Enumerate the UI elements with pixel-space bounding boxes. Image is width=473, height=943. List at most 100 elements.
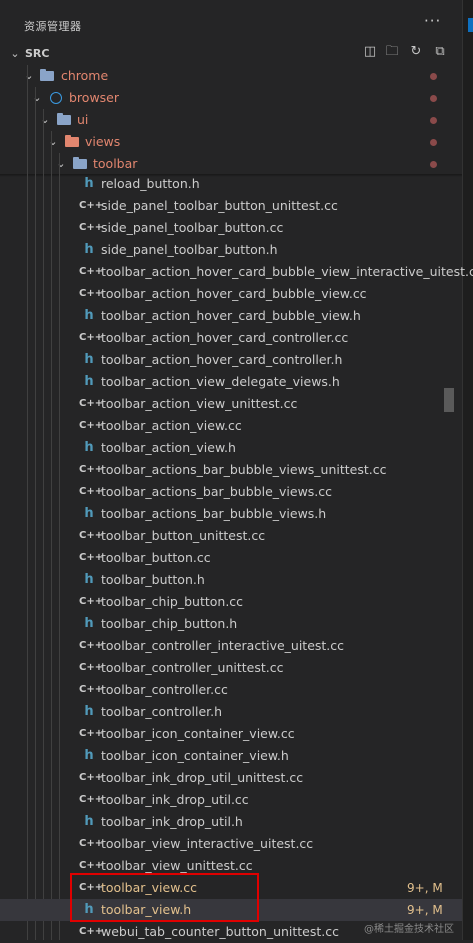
chevron-down-icon: ⌄	[10, 47, 20, 60]
file-row[interactable]: C++ toolbar_action_hover_card_bubble_view…	[0, 283, 462, 305]
header-file-icon: h	[84, 176, 94, 191]
file-name: toolbar_icon_container_view.cc	[101, 726, 295, 741]
file-row[interactable]: h toolbar_action_hover_card_controller.h	[0, 349, 462, 371]
file-row[interactable]: h toolbar_chip_button.h	[0, 613, 462, 635]
explorer-title: 资源管理器	[24, 20, 82, 33]
file-name: toolbar_icon_container_view.h	[101, 748, 289, 763]
cpp-file-icon: C++	[79, 398, 104, 409]
file-row[interactable]: h toolbar_controller.h	[0, 701, 462, 723]
chevron-down-icon: ⌄	[48, 135, 58, 148]
chevron-down-icon: ⌄	[24, 69, 34, 82]
file-name: toolbar_controller_unittest.cc	[101, 660, 284, 675]
file-row[interactable]: h toolbar_icon_container_view.h	[0, 745, 462, 767]
file-name: reload_button.h	[101, 176, 200, 191]
cpp-file-icon: C++	[79, 332, 104, 343]
file-row[interactable]: C++ toolbar_action_view_unittest.cc	[0, 393, 462, 415]
file-row[interactable]: C++ toolbar_action_hover_card_controller.…	[0, 327, 462, 349]
file-row[interactable]: C++ toolbar_icon_container_view.cc	[0, 723, 462, 745]
chevron-down-icon: ⌄	[56, 157, 66, 170]
modified-dot	[430, 117, 437, 124]
modified-dot	[430, 139, 437, 146]
folder-label: ui	[77, 112, 89, 127]
file-row[interactable]: C++ toolbar_actions_bar_bubble_views.cc	[0, 481, 462, 503]
editor-tab-marker	[468, 18, 473, 32]
file-name: toolbar_action_hover_card_bubble_view_in…	[101, 264, 473, 279]
file-row[interactable]: C++ toolbar_action_view.cc	[0, 415, 462, 437]
file-row[interactable]: C++ toolbar_button_unittest.cc	[0, 525, 462, 547]
folder-row-ui[interactable]: ⌄ ui	[0, 109, 462, 131]
file-row[interactable]: C++ toolbar_button.cc	[0, 547, 462, 569]
cpp-file-icon: C++	[79, 640, 104, 651]
folder-icon	[40, 69, 54, 81]
cpp-file-icon: C++	[79, 420, 104, 431]
file-name: toolbar_actions_bar_bubble_views_unittes…	[101, 462, 387, 477]
file-row[interactable]: C++ side_panel_toolbar_button_unittest.cc	[0, 195, 462, 217]
file-row[interactable]: h toolbar_action_hover_card_bubble_view.h	[0, 305, 462, 327]
cpp-file-icon: C++	[79, 838, 104, 849]
file-name: toolbar_action_view.h	[101, 440, 236, 455]
file-row[interactable]: C++ toolbar_controller_unittest.cc	[0, 657, 462, 679]
folder-row-views[interactable]: ⌄ views	[0, 131, 462, 153]
header-file-icon: h	[84, 440, 94, 455]
folder-icon	[57, 113, 71, 125]
folder-label: toolbar	[93, 156, 138, 171]
highlight-annotation	[70, 873, 259, 922]
file-row[interactable]: C++ toolbar_ink_drop_util_unittest.cc	[0, 767, 462, 789]
file-name: toolbar_action_hover_card_controller.cc	[101, 330, 349, 345]
cpp-file-icon: C++	[79, 222, 104, 233]
file-row[interactable]: h toolbar_button.h	[0, 569, 462, 591]
file-row[interactable]: C++ toolbar_ink_drop_util.cc	[0, 789, 462, 811]
file-name: toolbar_actions_bar_bubble_views.h	[101, 506, 327, 521]
more-actions-icon[interactable]: ···	[424, 12, 441, 30]
file-row[interactable]: C++ toolbar_view_interactive_uitest.cc	[0, 833, 462, 855]
header-file-icon: h	[84, 572, 94, 587]
file-name: side_panel_toolbar_button_unittest.cc	[101, 198, 338, 213]
file-name: side_panel_toolbar_button.cc	[101, 220, 284, 235]
cpp-file-icon: C++	[79, 684, 104, 695]
file-row[interactable]: h toolbar_actions_bar_bubble_views.h	[0, 503, 462, 525]
refresh-icon[interactable]: ↻	[408, 44, 424, 60]
folder-icon	[73, 157, 87, 169]
collapse-all-icon[interactable]: ⧉	[432, 44, 448, 60]
folder-row-toolbar[interactable]: ⌄ toolbar	[0, 153, 462, 175]
cpp-file-icon: C++	[79, 794, 104, 805]
file-row[interactable]: C++ toolbar_actions_bar_bubble_views_unit…	[0, 459, 462, 481]
cpp-file-icon: C++	[79, 662, 104, 673]
file-row[interactable]: h toolbar_action_view_delegate_views.h	[0, 371, 462, 393]
file-row[interactable]: C++ side_panel_toolbar_button.cc	[0, 217, 462, 239]
folder-row-browser[interactable]: ⌄ browser	[0, 87, 462, 109]
file-row[interactable]: h toolbar_ink_drop_util.h	[0, 811, 462, 833]
header-file-icon: h	[84, 704, 94, 719]
file-row[interactable]: h toolbar_action_view.h	[0, 437, 462, 459]
file-name: toolbar_controller.cc	[101, 682, 228, 697]
file-row[interactable]: C++ toolbar_controller.cc	[0, 679, 462, 701]
header-file-icon: h	[84, 308, 94, 323]
scrollbar-thumb[interactable]	[444, 388, 454, 412]
folder-row-chrome[interactable]: ⌄ chrome	[0, 65, 462, 87]
file-name: toolbar_action_view_delegate_views.h	[101, 374, 340, 389]
file-name: toolbar_ink_drop_util.h	[101, 814, 243, 829]
new-folder-icon[interactable]: 🗀	[384, 44, 400, 60]
chevron-down-icon: ⌄	[40, 113, 50, 126]
cpp-file-icon: C++	[79, 552, 104, 563]
new-file-icon[interactable]: ◫	[362, 44, 378, 60]
file-name: toolbar_chip_button.cc	[101, 594, 244, 609]
file-name: toolbar_actions_bar_bubble_views.cc	[101, 484, 333, 499]
cpp-file-icon: C++	[79, 486, 104, 497]
file-row[interactable]: C++ toolbar_chip_button.cc	[0, 591, 462, 613]
file-name: toolbar_action_hover_card_bubble_view.h	[101, 308, 361, 323]
modified-dot	[430, 73, 437, 80]
git-status-badge: 9+, M	[407, 881, 443, 895]
file-row[interactable]: C++ toolbar_action_hover_card_bubble_view…	[0, 261, 473, 283]
file-name: toolbar_button.h	[101, 572, 205, 587]
file-name: toolbar_button_unittest.cc	[101, 528, 266, 543]
folder-label: views	[85, 134, 121, 149]
cpp-file-icon: C++	[79, 200, 104, 211]
folder-icon	[65, 135, 79, 147]
file-row[interactable]: h side_panel_toolbar_button.h	[0, 239, 462, 261]
file-row[interactable]: C++ toolbar_controller_interactive_uitest…	[0, 635, 462, 657]
file-name: toolbar_controller_interactive_uitest.cc	[101, 638, 345, 653]
cpp-file-icon: C++	[79, 464, 104, 475]
folder-label: chrome	[61, 68, 109, 83]
file-row[interactable]: h reload_button.h	[0, 173, 462, 195]
